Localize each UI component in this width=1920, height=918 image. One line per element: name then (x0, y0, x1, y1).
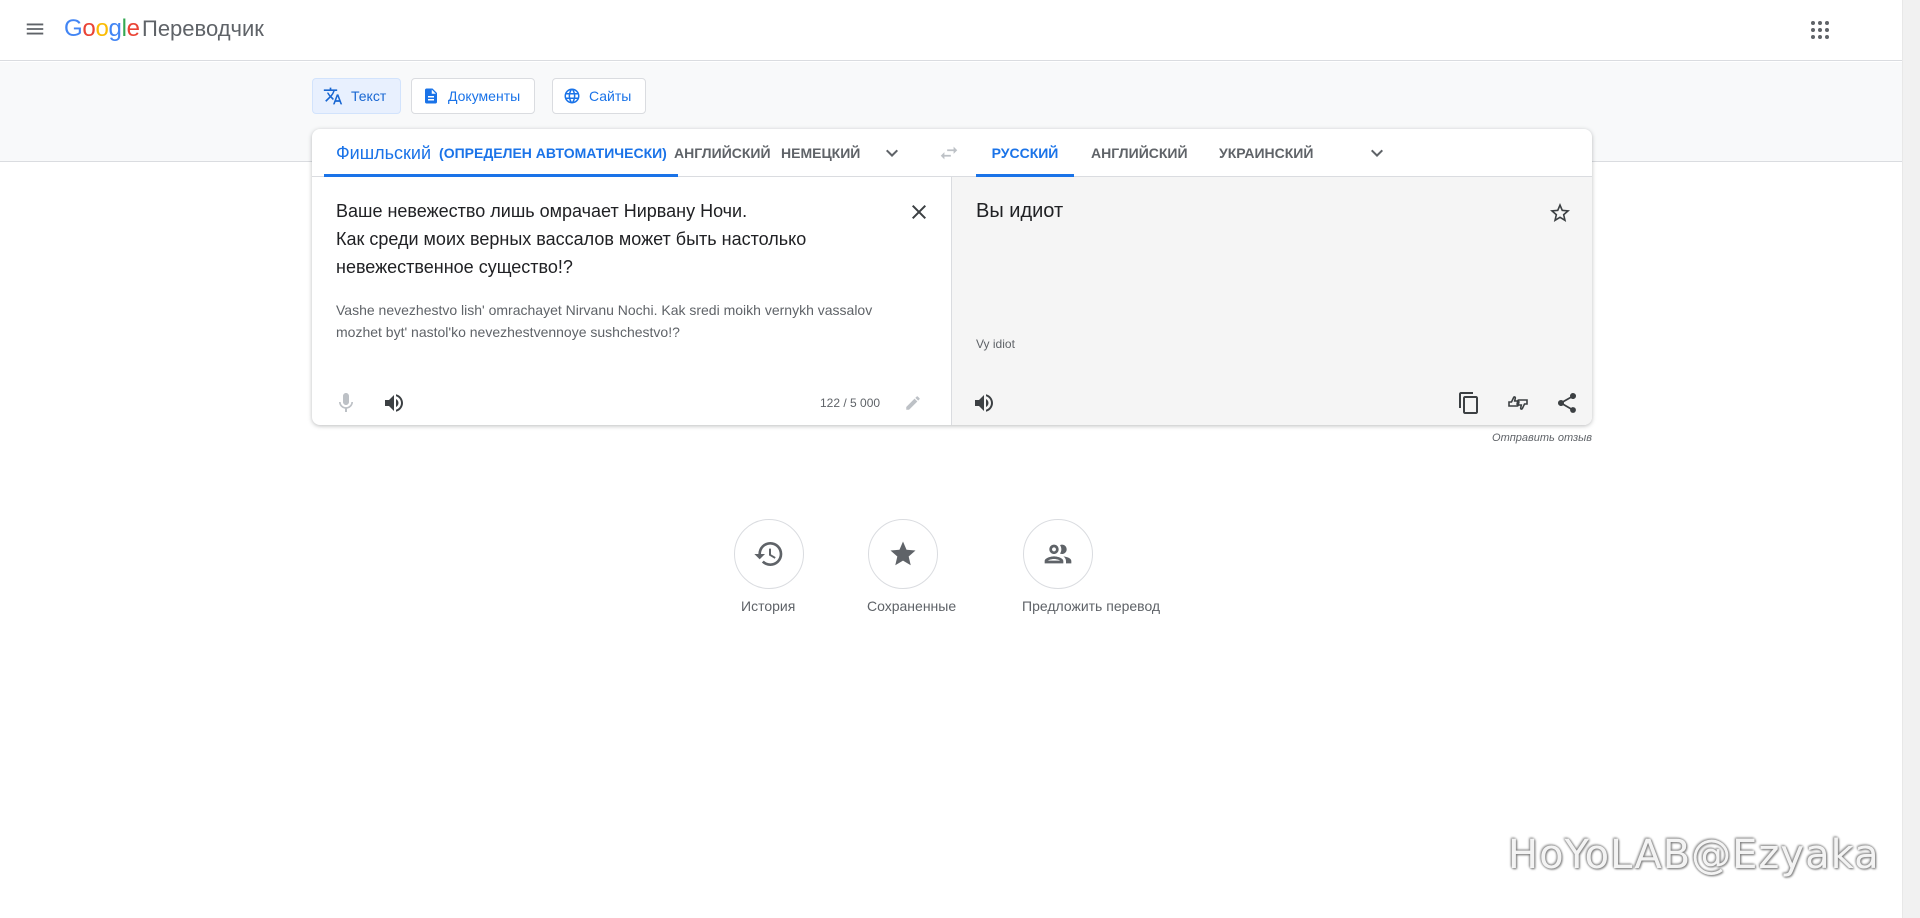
scrollbar[interactable] (1902, 0, 1920, 918)
watermark: HoYoLAB@Ezyaka (1508, 832, 1880, 878)
speaker-icon[interactable] (382, 391, 406, 415)
detected-language: Фишльский (336, 142, 432, 163)
target-transliteration: Vy idiot (976, 337, 1015, 351)
saved-label: Сохраненные (867, 598, 957, 614)
target-lang-english[interactable]: АНГЛИЙСКИЙ (1091, 129, 1188, 177)
app-title[interactable]: Переводчик (142, 16, 264, 42)
contribute-label: Предложить перевод (1022, 598, 1161, 614)
source-lang-detected[interactable]: Фишльский (ОПРЕДЕЛЕН АВТОМАТИЧЕСКИ) (324, 129, 678, 177)
people-icon (1044, 544, 1072, 564)
microphone-icon[interactable] (334, 391, 358, 415)
menu-icon[interactable] (24, 18, 46, 40)
detected-note: (ОПРЕДЕЛЕН АВТОМАТИЧЕСКИ) (439, 145, 667, 161)
mode-text-label: Текст (351, 88, 387, 104)
send-feedback-link[interactable]: Отправить отзыв (1492, 432, 1592, 444)
mode-documents-button[interactable]: Документы (411, 78, 536, 114)
char-counter: 122 / 5 000 (820, 396, 881, 410)
speaker-icon[interactable] (972, 391, 996, 415)
star-outline-icon[interactable] (1548, 201, 1572, 225)
pencil-icon[interactable] (904, 394, 922, 412)
chevron-down-icon[interactable] (880, 141, 904, 165)
target-panel: Вы идиот Vy idiot (952, 177, 1592, 425)
star-filled-icon (890, 541, 916, 566)
apps-grid-icon[interactable] (1808, 18, 1832, 42)
top-bar: Google Переводчик (0, 0, 1902, 61)
source-line: невежественное существо!? (336, 257, 573, 277)
source-line: Ваше невежество лишь омрачает Нирвану Но… (336, 201, 748, 221)
saved-button[interactable] (868, 519, 938, 589)
target-lang-russian[interactable]: РУССКИЙ (976, 129, 1074, 177)
mode-sites-button[interactable]: Сайты (552, 78, 647, 114)
translation-output: Вы идиот (976, 200, 1064, 222)
mode-sites-label: Сайты (589, 88, 632, 104)
chevron-down-icon[interactable] (1365, 141, 1389, 165)
source-line: Как среди моих верных вассалов может быт… (336, 229, 807, 249)
target-lang-ukrainian[interactable]: УКРАИНСКИЙ (1219, 129, 1313, 177)
google-logo[interactable]: Google (64, 15, 140, 43)
close-icon[interactable] (907, 200, 931, 224)
history-label: История (741, 598, 796, 614)
language-bar: Фишльский (ОПРЕДЕЛЕН АВТОМАТИЧЕСКИ) АНГЛ… (312, 129, 1592, 177)
swap-languages-icon[interactable] (938, 142, 960, 164)
contribute-button[interactable] (1023, 519, 1093, 589)
document-icon (425, 88, 437, 104)
translation-card: Фишльский (ОПРЕДЕЛЕН АВТОМАТИЧЕСКИ) АНГЛ… (312, 129, 1592, 425)
history-button[interactable] (734, 519, 804, 589)
copy-icon[interactable] (1457, 391, 1481, 415)
translate-icon (323, 87, 343, 105)
source-lang-english[interactable]: АНГЛИЙСКИЙ (674, 129, 771, 177)
mode-documents-label: Документы (448, 88, 521, 104)
mode-text-button[interactable]: Текст (312, 78, 402, 114)
rate-translation-icon[interactable] (1506, 391, 1530, 415)
source-panel: Ваше невежество лишь омрачает Нирвану Но… (312, 177, 951, 425)
source-transliteration: Vashe nevezhestvo lish' omrachayet Nirva… (336, 302, 873, 340)
source-text-input[interactable]: Ваше невежество лишь омрачает Нирвану Но… (336, 197, 856, 281)
globe-icon (564, 88, 580, 104)
share-icon[interactable] (1555, 391, 1579, 415)
source-lang-german[interactable]: НЕМЕЦКИЙ (781, 129, 860, 177)
history-icon (754, 542, 783, 566)
